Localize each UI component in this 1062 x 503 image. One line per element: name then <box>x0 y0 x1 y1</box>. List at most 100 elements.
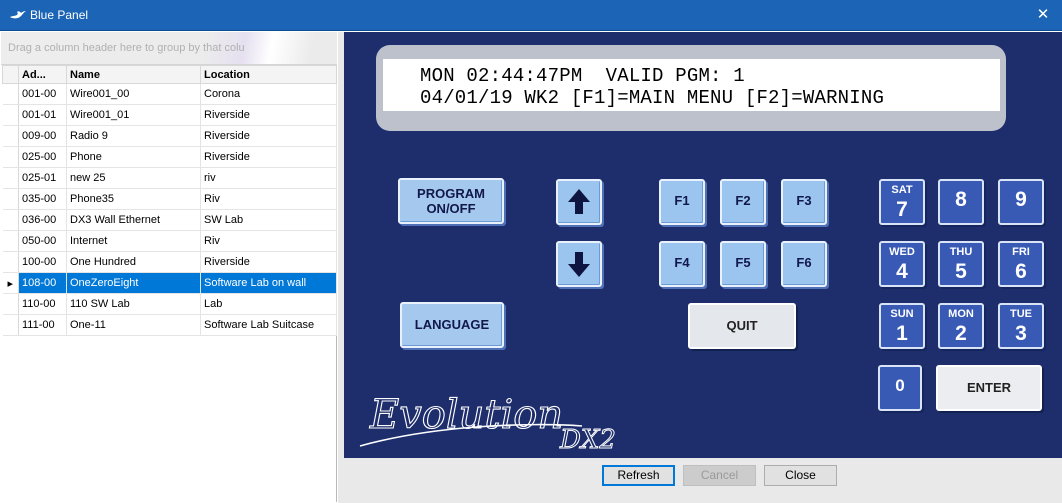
cell-name: Phone <box>66 146 201 168</box>
arrow-down-icon <box>568 252 590 277</box>
num-7-sat-key[interactable]: SAT 7 <box>879 179 925 225</box>
arrow-up-icon <box>568 189 590 214</box>
arrow-up-key[interactable] <box>556 179 602 225</box>
cell-location: Riv <box>200 230 337 252</box>
table-row[interactable]: 035-00 Phone35 Riv <box>2 188 337 210</box>
key-day-label: TUE <box>1010 308 1032 320</box>
enter-key[interactable]: ENTER <box>936 365 1042 411</box>
cell-name: OneZeroEight <box>66 272 201 294</box>
cell-addr: 110-00 <box>18 293 67 315</box>
key-digit: 4 <box>896 260 908 283</box>
cell-location: Riverside <box>200 104 337 126</box>
cancel-button[interactable]: Cancel <box>683 465 756 486</box>
key-digit: 9 <box>1015 188 1027 211</box>
table-row[interactable]: 009-00 Radio 9 Riverside <box>2 125 337 147</box>
cell-name: Internet <box>66 230 201 252</box>
key-day-label: THU <box>949 246 973 258</box>
num-2-mon-key[interactable]: MON 2 <box>938 303 984 349</box>
quit-key[interactable]: QUIT <box>688 303 796 349</box>
num-5-thu-key[interactable]: THU 5 <box>938 241 984 287</box>
cell-location: Lab <box>200 293 337 315</box>
table-row[interactable]: 050-00 Internet Riv <box>2 230 337 252</box>
num-0-key[interactable]: 0 <box>878 365 922 411</box>
close-window-icon[interactable]: ✕ <box>1032 4 1054 26</box>
key-digit: 3 <box>1015 322 1027 345</box>
row-indicator <box>2 293 19 315</box>
arrow-down-key[interactable] <box>556 241 602 287</box>
column-header-location[interactable]: Location <box>200 65 337 84</box>
f2-key[interactable]: F2 <box>720 179 766 225</box>
table-row[interactable]: 036-00 DX3 Wall Ethernet SW Lab <box>2 209 337 231</box>
table-row[interactable]: 001-01 Wire001_01 Riverside <box>2 104 337 126</box>
table-row[interactable]: 001-00 Wire001_00 Corona <box>2 83 337 105</box>
key-day-label: FRI <box>1012 246 1030 258</box>
grid-header-row: Ad... Name Location <box>2 65 337 84</box>
logo-model: DX2 <box>559 425 616 452</box>
key-day-label: WED <box>889 246 915 258</box>
num-1-sun-key[interactable]: SUN 1 <box>879 303 925 349</box>
cell-name: One Hundred <box>66 251 201 273</box>
cell-name: new 25 <box>66 167 201 189</box>
cell-location: riv <box>200 167 337 189</box>
num-3-tue-key[interactable]: TUE 3 <box>998 303 1044 349</box>
keypad-panel: MON 02:44:47PM VALID PGM: 1 04/01/19 WK2… <box>344 32 1062 458</box>
group-by-area[interactable]: Drag a column header here to group by th… <box>1 32 337 65</box>
window-title: Blue Panel <box>30 8 89 22</box>
f3-key[interactable]: F3 <box>781 179 827 225</box>
table-row[interactable]: 110-00 110 SW Lab Lab <box>2 293 337 315</box>
key-digit: 8 <box>955 188 967 211</box>
cell-name: Wire001_00 <box>66 83 201 105</box>
group-by-hint: Drag a column header here to group by th… <box>8 42 244 54</box>
key-digit: 0 <box>895 376 905 395</box>
app-bird-icon <box>10 11 26 19</box>
num-4-wed-key[interactable]: WED 4 <box>879 241 925 287</box>
cell-location: Software Lab Suitcase <box>200 314 337 336</box>
row-indicator <box>2 83 19 105</box>
key-day-label: MON <box>948 308 974 320</box>
table-row[interactable]: 111-00 One-11 Software Lab Suitcase <box>2 314 337 336</box>
close-button[interactable]: Close <box>764 465 837 486</box>
f6-key[interactable]: F6 <box>781 241 827 287</box>
cell-name: DX3 Wall Ethernet <box>66 209 201 231</box>
program-key-label-1: PROGRAM <box>417 186 485 201</box>
cell-addr: 025-01 <box>18 167 67 189</box>
column-header-name[interactable]: Name <box>66 65 201 84</box>
lcd-line-1: MON 02:44:47PM VALID PGM: 1 <box>420 65 745 87</box>
f5-key[interactable]: F5 <box>720 241 766 287</box>
row-indicator <box>2 251 19 273</box>
table-row[interactable]: 025-00 Phone Riverside <box>2 146 337 168</box>
cell-addr: 009-00 <box>18 125 67 147</box>
logo-script: Evolution <box>369 392 563 438</box>
num-9-key[interactable]: 9 <box>998 179 1044 225</box>
title-bar: Blue Panel ✕ <box>0 0 1062 31</box>
key-day-label: SUN <box>890 308 914 320</box>
cell-name: Wire001_01 <box>66 104 201 126</box>
f1-key[interactable]: F1 <box>659 179 705 225</box>
lcd-line-2: 04/01/19 WK2 [F1]=MAIN MENU [F2]=WARNING <box>420 87 885 109</box>
cell-location: SW Lab <box>200 209 337 231</box>
row-indicator <box>2 167 19 189</box>
num-8-key[interactable]: 8 <box>938 179 984 225</box>
row-indicator <box>2 188 19 210</box>
key-digit: 6 <box>1015 260 1027 283</box>
table-row[interactable]: 025-01 new 25 riv <box>2 167 337 189</box>
cell-location: Riv <box>200 188 337 210</box>
column-header-address[interactable]: Ad... <box>18 65 67 84</box>
cell-location: Corona <box>200 83 337 105</box>
key-digit: 1 <box>896 322 908 345</box>
cell-name: 110 SW Lab <box>66 293 201 315</box>
evolution-dx2-logo: Evolution DX2 <box>359 391 616 452</box>
device-grid: Ad... Name Location 001-00 Wire001_00 Coro… <box>2 65 337 336</box>
row-indicator <box>2 314 19 336</box>
refresh-button[interactable]: Refresh <box>602 465 675 486</box>
language-key[interactable]: LANGUAGE <box>400 302 504 348</box>
program-on-off-key[interactable]: PROGRAM ON/OFF <box>398 178 504 224</box>
row-indicator <box>2 230 19 252</box>
table-row[interactable]: 100-00 One Hundred Riverside <box>2 251 337 273</box>
f4-key[interactable]: F4 <box>659 241 705 287</box>
key-digit: 2 <box>955 322 967 345</box>
num-6-fri-key[interactable]: FRI 6 <box>998 241 1044 287</box>
table-row[interactable]: ▸ 108-00 OneZeroEight Software Lab on wall <box>2 272 337 294</box>
cell-location: Riverside <box>200 146 337 168</box>
cell-addr: 025-00 <box>18 146 67 168</box>
